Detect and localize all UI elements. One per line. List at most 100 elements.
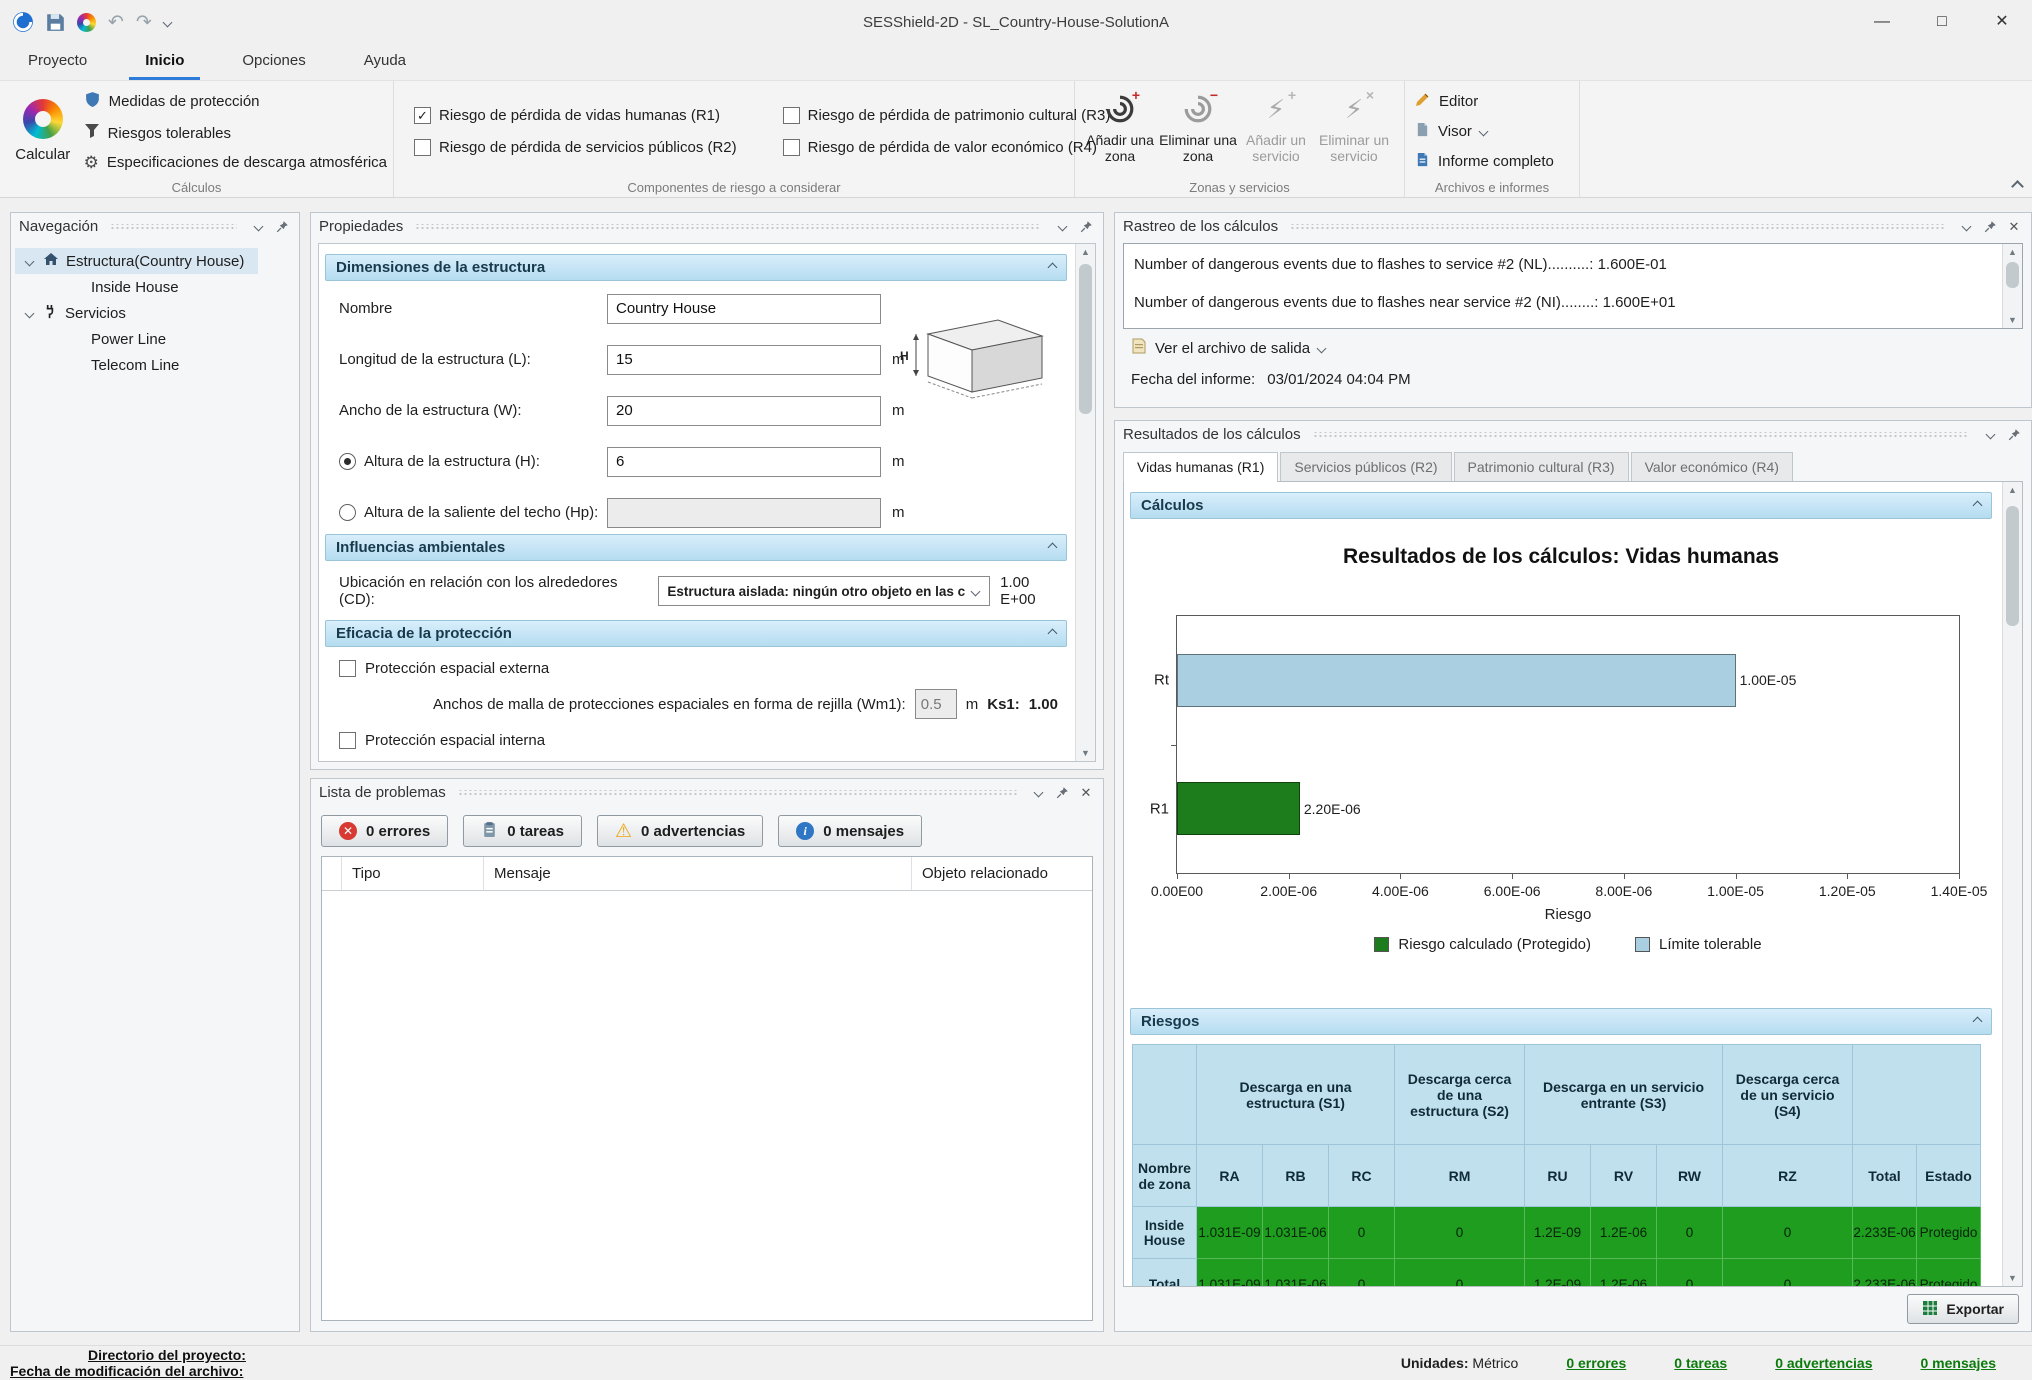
scroll-down-icon[interactable]: ▼ xyxy=(2003,312,2022,328)
expand-chevron-icon[interactable] xyxy=(23,310,36,317)
section-header-calculos[interactable]: Cálculos xyxy=(1130,492,1992,519)
close-panel-icon[interactable]: ✕ xyxy=(1077,784,1095,802)
longitud-input[interactable] xyxy=(607,345,881,375)
scrollbar-thumb[interactable] xyxy=(2006,262,2019,288)
tab-vidas-humanas[interactable]: Vidas humanas (R1) xyxy=(1123,452,1278,482)
ribbon-collapse-chevron-icon[interactable] xyxy=(2011,180,2024,193)
medidas-proteccion-button[interactable]: Medidas de protección xyxy=(84,91,387,112)
scroll-up-icon[interactable]: ▲ xyxy=(1076,244,1095,260)
riesgos-tolerables-button[interactable]: Riesgos tolerables xyxy=(84,123,387,143)
calcular-button[interactable]: Calcular xyxy=(6,85,80,177)
tree-item-telecom-line[interactable]: Telecom Line xyxy=(15,352,193,378)
section-header-influencias[interactable]: Influencias ambientales xyxy=(325,534,1067,561)
checkbox-riesgo-r2[interactable]: Riesgo de pérdida de servicios públicos … xyxy=(414,139,737,156)
section-header-eficacia[interactable]: Eficacia de la protección xyxy=(325,620,1067,647)
header-cell-tipo[interactable]: Tipo xyxy=(342,857,484,890)
saliente-radio[interactable] xyxy=(339,504,356,521)
especificaciones-descarga-button[interactable]: ⚙ Especificaciones de descarga atmosféri… xyxy=(84,154,387,171)
tree-item-estructura[interactable]: Estructura(Country House) xyxy=(15,248,258,274)
save-icon[interactable] xyxy=(46,13,65,32)
checkbox-riesgo-r1[interactable]: ✓ Riesgo de pérdida de vidas humanas (R1… xyxy=(414,107,737,124)
header-cell-mensaje[interactable]: Mensaje xyxy=(484,857,912,890)
tab-patrimonio-cultural[interactable]: Patrimonio cultural (R3) xyxy=(1454,452,1629,481)
properties-title-bar[interactable]: Propiedades xyxy=(311,213,1103,240)
close-button[interactable]: ✕ xyxy=(1972,0,2032,44)
proteccion-interna-checkbox[interactable]: Protección espacial interna xyxy=(339,732,1067,749)
scrollbar-thumb[interactable] xyxy=(1079,264,1092,414)
tab-opciones[interactable]: Opciones xyxy=(226,44,321,80)
scrollbar-thumb[interactable] xyxy=(2006,506,2019,626)
results-title-bar[interactable]: Resultados de los cálculos xyxy=(1115,421,2031,448)
scroll-down-icon[interactable]: ▼ xyxy=(2003,1270,2022,1286)
status-messages-link[interactable]: 0 mensajes xyxy=(1921,1355,1997,1371)
close-panel-icon[interactable]: ✕ xyxy=(2005,218,2023,236)
saliente-input[interactable] xyxy=(607,498,881,528)
editor-button[interactable]: Editor xyxy=(1415,91,1554,111)
anadir-zona-button[interactable]: + Añadir una zona xyxy=(1081,85,1159,177)
ubicacion-dropdown[interactable]: Estructura aislada: ningún otro objeto e… xyxy=(658,576,990,606)
informe-completo-button[interactable]: Informe completo xyxy=(1415,152,1554,171)
anadir-servicio-button[interactable]: ⚡ + Añadir un servicio xyxy=(1237,85,1315,177)
panel-chevron-icon[interactable] xyxy=(1981,426,1999,444)
visor-button[interactable]: Visor xyxy=(1415,122,1554,141)
pin-icon[interactable] xyxy=(2005,426,2023,444)
titlebar[interactable]: ↶ ↷ SESShield-2D - SL_Country-House-Solu… xyxy=(0,0,2032,44)
messages-filter-button[interactable]: i 0 mensajes xyxy=(778,815,922,847)
altura-radio[interactable] xyxy=(339,453,356,470)
eliminar-zona-button[interactable]: − Eliminar una zona xyxy=(1159,85,1237,177)
undo-icon[interactable]: ↶ xyxy=(108,13,124,32)
nombre-input[interactable] xyxy=(607,294,881,324)
trace-title-bar[interactable]: Rastreo de los cálculos ✕ xyxy=(1115,213,2031,240)
trace-scrollbar[interactable]: ▲ ▼ xyxy=(2002,244,2022,328)
ancho-input[interactable] xyxy=(607,396,881,426)
status-errors-link[interactable]: 0 errores xyxy=(1566,1355,1626,1371)
export-button[interactable]: Exportar xyxy=(1907,1294,2019,1324)
app-logo-icon[interactable] xyxy=(12,11,34,33)
tree-item-inside-house[interactable]: Inside House xyxy=(15,274,193,300)
tree-item-servicios[interactable]: Servicios xyxy=(15,300,140,326)
customize-toolbar-chevron-icon[interactable] xyxy=(162,17,172,27)
navigation-title-bar[interactable]: Navegación xyxy=(11,213,299,240)
redo-icon[interactable]: ↷ xyxy=(136,13,152,32)
warnings-filter-button[interactable]: ⚠ 0 advertencias xyxy=(597,815,763,847)
tab-inicio[interactable]: Inicio xyxy=(129,44,200,80)
pin-icon[interactable] xyxy=(1053,784,1071,802)
section-header-dimensiones[interactable]: Dimensiones de la estructura xyxy=(325,254,1067,281)
altura-input[interactable] xyxy=(607,447,881,477)
checkbox-riesgo-r3[interactable]: Riesgo de pérdida de patrimonio cultural… xyxy=(783,107,1111,124)
scroll-down-icon[interactable]: ▼ xyxy=(1076,745,1095,761)
expand-chevron-icon[interactable] xyxy=(23,258,36,265)
proteccion-externa-checkbox[interactable]: Protección espacial externa xyxy=(339,660,1067,677)
eliminar-servicio-button[interactable]: ⚡ × Eliminar un servicio xyxy=(1315,85,1393,177)
panel-chevron-icon[interactable] xyxy=(249,218,267,236)
status-warnings-link[interactable]: 0 advertencias xyxy=(1775,1355,1872,1371)
tab-valor-economico[interactable]: Valor económico (R4) xyxy=(1631,452,1793,481)
panel-chevron-icon[interactable] xyxy=(1053,218,1071,236)
tree-item-power-line[interactable]: Power Line xyxy=(15,326,180,352)
pin-icon[interactable] xyxy=(273,218,291,236)
problems-title-bar[interactable]: Lista de problemas ✕ xyxy=(311,779,1103,806)
tab-ayuda[interactable]: Ayuda xyxy=(348,44,422,80)
output-file-dropdown[interactable]: Ver el archivo de salida xyxy=(1131,338,2031,358)
minimize-button[interactable]: — xyxy=(1852,0,1912,44)
tab-servicios-publicos[interactable]: Servicios públicos (R2) xyxy=(1280,452,1451,481)
pin-icon[interactable] xyxy=(1981,218,1999,236)
tasks-filter-button[interactable]: 0 tareas xyxy=(463,815,582,847)
header-cell-objeto[interactable]: Objeto relacionado xyxy=(912,857,1092,890)
errors-filter-button[interactable]: ✕ 0 errores xyxy=(321,815,448,847)
checkbox-riesgo-r4[interactable]: Riesgo de pérdida de valor económico (R4… xyxy=(783,139,1111,156)
section-header-riesgos[interactable]: Riesgos xyxy=(1130,1008,1992,1035)
scroll-up-icon[interactable]: ▲ xyxy=(2003,244,2022,260)
results-scrollbar[interactable]: ▲ ▼ xyxy=(2002,482,2022,1286)
maximize-button[interactable]: □ xyxy=(1912,0,1972,44)
panel-chevron-icon[interactable] xyxy=(1957,218,1975,236)
scroll-up-icon[interactable]: ▲ xyxy=(2003,482,2022,498)
file-modified-date-label[interactable]: Fecha de modificación del archivo: xyxy=(10,1363,246,1379)
color-wheel-icon[interactable] xyxy=(77,13,96,32)
properties-scrollbar[interactable]: ▲ ▼ xyxy=(1075,244,1095,761)
visor-dropdown-chevron-icon[interactable] xyxy=(1478,127,1488,137)
tab-proyecto[interactable]: Proyecto xyxy=(12,44,103,80)
pin-icon[interactable] xyxy=(1077,218,1095,236)
project-directory-label[interactable]: Directorio del proyecto: xyxy=(88,1347,246,1363)
dropdown-chevron-icon[interactable] xyxy=(965,588,985,595)
